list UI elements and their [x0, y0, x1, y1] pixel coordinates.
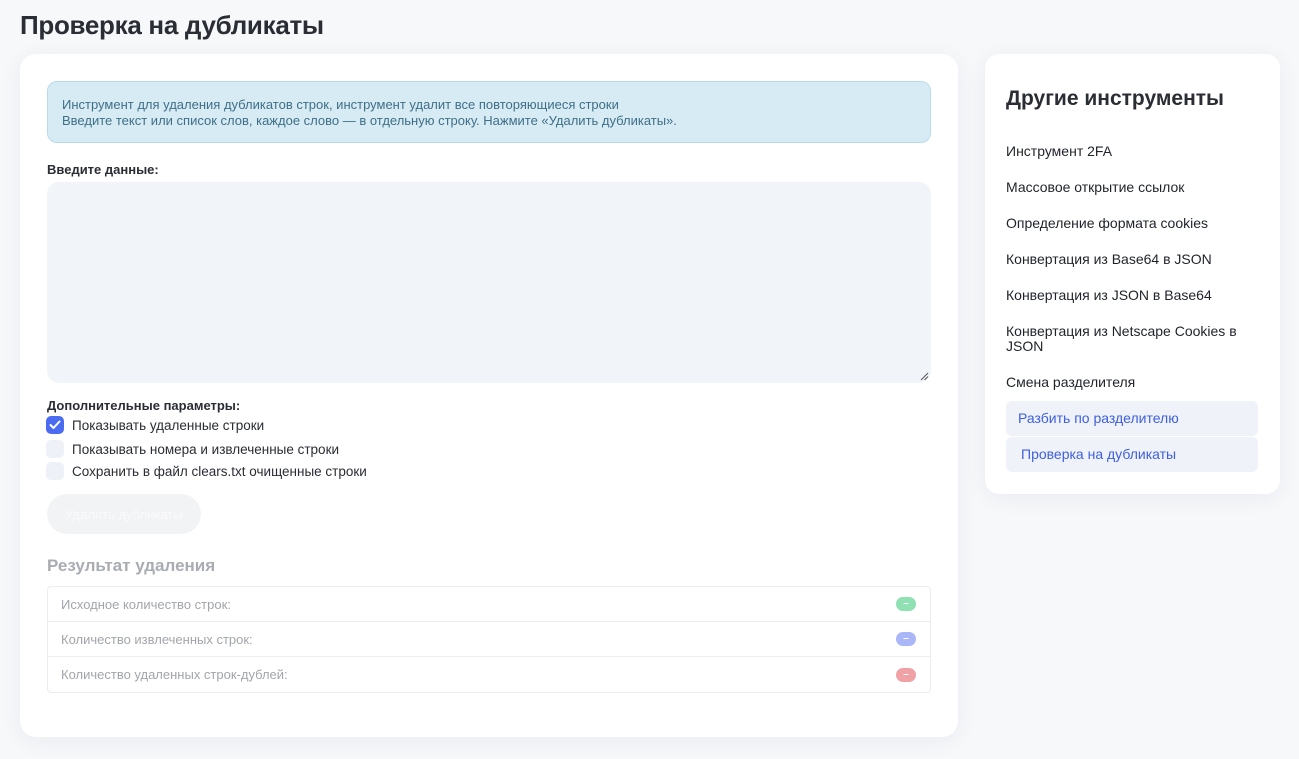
result-title: Результат удаления — [47, 556, 216, 575]
option-label: Показывать удаленные строки — [72, 417, 265, 433]
result-table: Исходное количество строк: – Количество … — [47, 586, 931, 693]
checkbox-show-removed[interactable] — [46, 416, 64, 434]
options-label: Дополнительные параметры: — [47, 398, 241, 413]
option-save-file[interactable]: Сохранить в файл clears.txt очищенные ст… — [46, 462, 367, 480]
remove-duplicates-button[interactable]: Удалить дубликаты — [47, 494, 201, 534]
info-box: Инструмент для удаления дубликатов строк… — [47, 81, 931, 143]
sidebar-card: Другие инструменты Инструмент 2FA Массов… — [985, 54, 1280, 494]
check-icon — [49, 420, 61, 429]
result-badge-extracted: – — [896, 632, 916, 646]
checkbox-show-numbers[interactable] — [46, 440, 64, 458]
sidebar-item-2fa[interactable]: Инструмент 2FA — [1006, 144, 1258, 159]
input-textarea[interactable] — [47, 182, 931, 383]
checkbox-save-file[interactable] — [46, 462, 64, 480]
result-row-original: Исходное количество строк: – — [48, 587, 930, 622]
sidebar-item-duplicates[interactable]: Проверка на дубликаты — [1006, 437, 1258, 472]
input-label: Введите данные: — [47, 162, 159, 177]
sidebar-item-split-separator[interactable]: Разбить по разделителю — [1006, 401, 1258, 436]
sidebar-item-netscape-json[interactable]: Конвертация из Netscape Cookies в JSON — [1006, 324, 1258, 354]
page-title: Проверка на дубликаты — [20, 10, 324, 40]
result-row-removed: Количество удаленных строк-дублей: – — [48, 657, 930, 692]
sidebar-title: Другие инструменты — [1006, 87, 1224, 110]
option-label: Показывать номера и извлеченные строки — [72, 441, 340, 457]
result-badge-removed: – — [896, 667, 916, 682]
sidebar-item-base64-json[interactable]: Конвертация из Base64 в JSON — [1006, 252, 1258, 267]
sidebar-item-json-base64[interactable]: Конвертация из JSON в Base64 — [1006, 288, 1258, 303]
sidebar-item-cookie-format[interactable]: Определение формата cookies — [1006, 216, 1258, 231]
sidebar-item-change-separator[interactable]: Смена разделителя — [1006, 375, 1258, 390]
option-show-removed[interactable]: Показывать удаленные строки — [46, 416, 264, 434]
info-line-1: Инструмент для удаления дубликатов строк… — [62, 97, 619, 112]
main-card: Инструмент для удаления дубликатов строк… — [20, 54, 958, 737]
sidebar-item-mass-open[interactable]: Массовое открытие ссылок — [1006, 180, 1258, 195]
resize-grip-icon[interactable] — [920, 372, 929, 381]
info-line-2: Введите текст или список слов, каждое сл… — [62, 113, 677, 128]
result-row-extracted: Количество извлеченных строк: – — [48, 622, 930, 657]
result-badge-original: – — [896, 597, 916, 611]
result-label: Исходное количество строк: — [61, 596, 231, 612]
option-show-numbers[interactable]: Показывать номера и извлеченные строки — [46, 440, 339, 458]
result-label: Количество удаленных строк-дублей: — [61, 667, 288, 682]
option-label: Сохранить в файл clears.txt очищенные ст… — [72, 463, 367, 479]
result-label: Количество извлеченных строк: — [61, 631, 253, 647]
